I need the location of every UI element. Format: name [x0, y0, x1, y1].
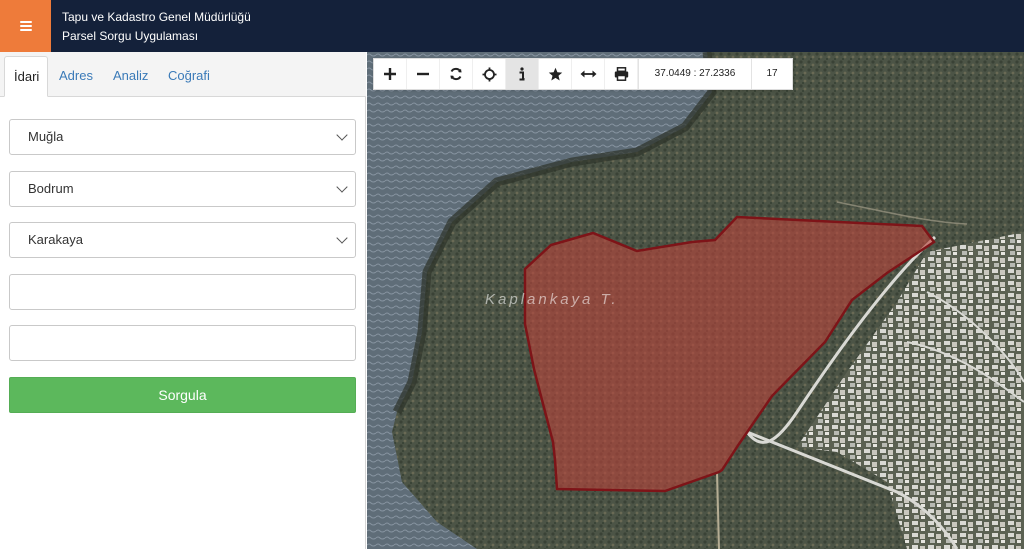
zoom-level: 17	[766, 68, 778, 79]
neighborhood-value: Karakaya	[28, 232, 83, 247]
map-toolbar: 37.0449 : 27.2336 17	[373, 58, 793, 90]
header-titles: Tapu ve Kadastro Genel Müdürlüğü Parsel …	[62, 8, 251, 46]
app-title: Tapu ve Kadastro Genel Müdürlüğü	[62, 10, 251, 24]
district-value: Bodrum	[28, 181, 74, 196]
app-subtitle: Parsel Sorgu Uygulaması	[62, 29, 199, 43]
query-panel: İdari Adres Analiz Coğrafi Muğla Bodrum …	[0, 52, 366, 549]
hamburger-icon	[19, 21, 32, 31]
place-label: Kaplankaya T.	[485, 291, 619, 308]
info-icon[interactable]	[506, 59, 539, 89]
block-input[interactable]	[9, 274, 356, 310]
print-icon[interactable]	[605, 59, 638, 89]
tab-idari[interactable]: İdari	[4, 56, 48, 97]
province-value: Muğla	[28, 129, 64, 144]
tab-adres[interactable]: Adres	[59, 56, 93, 97]
district-select[interactable]: Bodrum	[9, 171, 356, 207]
tab-cografi[interactable]: Coğrafi	[168, 56, 210, 97]
chevron-down-icon	[336, 181, 348, 193]
neighborhood-select[interactable]: Karakaya	[9, 222, 356, 258]
measure-icon[interactable]	[572, 59, 605, 89]
parcel-input[interactable]	[9, 325, 356, 361]
province-select[interactable]: Muğla	[9, 119, 356, 155]
favorite-star-icon[interactable]	[539, 59, 572, 89]
zoom-in-icon[interactable]	[374, 59, 407, 89]
menu-button[interactable]	[0, 0, 51, 52]
query-button[interactable]: Sorgula	[9, 377, 356, 413]
app-header: Tapu ve Kadastro Genel Müdürlüğü Parsel …	[0, 0, 1024, 52]
map-view[interactable]: Kaplankaya T. 37.0449: 27.2336 17	[367, 52, 1024, 549]
locate-icon[interactable]	[473, 59, 506, 89]
satellite-imagery	[367, 52, 1024, 549]
tab-analiz[interactable]: Analiz	[113, 56, 148, 97]
coordinate-readout: 37.0449 : 27.2336	[638, 59, 752, 89]
zoom-out-icon[interactable]	[407, 59, 440, 89]
refresh-icon[interactable]	[440, 59, 473, 89]
tab-bar: İdari Adres Analiz Coğrafi	[0, 52, 366, 97]
chevron-down-icon	[336, 232, 348, 244]
chevron-down-icon	[336, 129, 348, 141]
